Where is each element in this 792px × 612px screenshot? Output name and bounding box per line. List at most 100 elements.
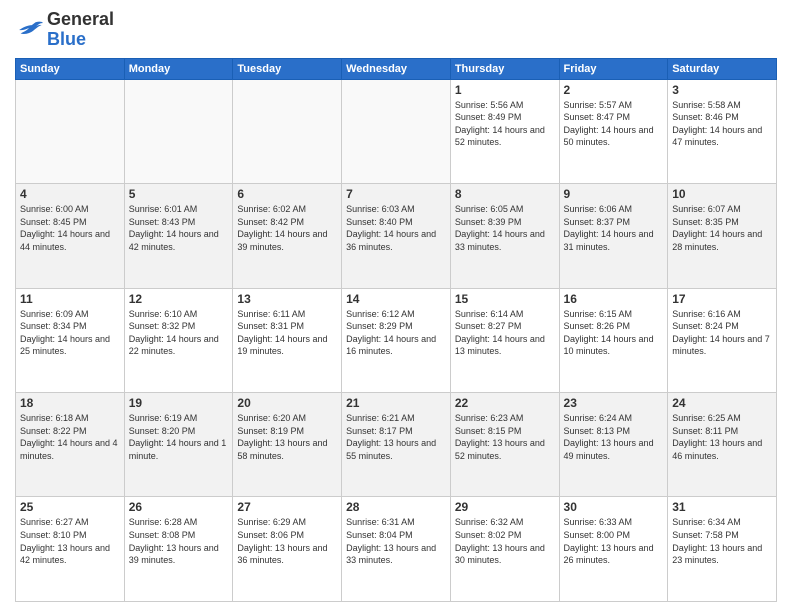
day-info: Sunrise: 5:56 AM Sunset: 8:49 PM Dayligh… — [455, 99, 555, 149]
day-info: Sunrise: 6:21 AM Sunset: 8:17 PM Dayligh… — [346, 412, 446, 462]
day-number: 13 — [237, 292, 337, 306]
day-info: Sunrise: 6:12 AM Sunset: 8:29 PM Dayligh… — [346, 308, 446, 358]
day-cell: 19 Sunrise: 6:19 AM Sunset: 8:20 PM Dayli… — [124, 393, 233, 497]
day-info: Sunrise: 6:31 AM Sunset: 8:04 PM Dayligh… — [346, 516, 446, 566]
day-info: Sunrise: 6:01 AM Sunset: 8:43 PM Dayligh… — [129, 203, 229, 253]
day-info: Sunrise: 6:09 AM Sunset: 8:34 PM Dayligh… — [20, 308, 120, 358]
day-cell: 23 Sunrise: 6:24 AM Sunset: 8:13 PM Dayli… — [559, 393, 668, 497]
day-cell: 14 Sunrise: 6:12 AM Sunset: 8:29 PM Dayli… — [342, 288, 451, 392]
day-number: 10 — [672, 187, 772, 201]
day-info: Sunrise: 6:33 AM Sunset: 8:00 PM Dayligh… — [564, 516, 664, 566]
day-info: Sunrise: 6:03 AM Sunset: 8:40 PM Dayligh… — [346, 203, 446, 253]
day-cell — [342, 79, 451, 183]
header-cell-sunday: Sunday — [16, 58, 125, 79]
day-number: 17 — [672, 292, 772, 306]
day-cell — [16, 79, 125, 183]
day-number: 27 — [237, 500, 337, 514]
day-cell: 21 Sunrise: 6:21 AM Sunset: 8:17 PM Dayli… — [342, 393, 451, 497]
day-number: 15 — [455, 292, 555, 306]
day-cell: 28 Sunrise: 6:31 AM Sunset: 8:04 PM Dayli… — [342, 497, 451, 602]
day-cell: 10 Sunrise: 6:07 AM Sunset: 8:35 PM Dayli… — [668, 184, 777, 288]
day-cell: 31 Sunrise: 6:34 AM Sunset: 7:58 PM Dayli… — [668, 497, 777, 602]
week-row-4: 25 Sunrise: 6:27 AM Sunset: 8:10 PM Dayli… — [16, 497, 777, 602]
day-number: 14 — [346, 292, 446, 306]
day-cell: 6 Sunrise: 6:02 AM Sunset: 8:42 PM Daylig… — [233, 184, 342, 288]
day-info: Sunrise: 6:24 AM Sunset: 8:13 PM Dayligh… — [564, 412, 664, 462]
day-number: 1 — [455, 83, 555, 97]
day-number: 24 — [672, 396, 772, 410]
day-info: Sunrise: 6:25 AM Sunset: 8:11 PM Dayligh… — [672, 412, 772, 462]
day-cell: 18 Sunrise: 6:18 AM Sunset: 8:22 PM Dayli… — [16, 393, 125, 497]
day-number: 6 — [237, 187, 337, 201]
day-info: Sunrise: 6:19 AM Sunset: 8:20 PM Dayligh… — [129, 412, 229, 462]
day-info: Sunrise: 6:11 AM Sunset: 8:31 PM Dayligh… — [237, 308, 337, 358]
header-cell-saturday: Saturday — [668, 58, 777, 79]
day-number: 23 — [564, 396, 664, 410]
day-info: Sunrise: 6:34 AM Sunset: 7:58 PM Dayligh… — [672, 516, 772, 566]
header-cell-monday: Monday — [124, 58, 233, 79]
day-number: 9 — [564, 187, 664, 201]
day-info: Sunrise: 6:27 AM Sunset: 8:10 PM Dayligh… — [20, 516, 120, 566]
logo-text: General Blue — [47, 10, 114, 50]
header-cell-wednesday: Wednesday — [342, 58, 451, 79]
week-row-0: 1 Sunrise: 5:56 AM Sunset: 8:49 PM Daylig… — [16, 79, 777, 183]
day-info: Sunrise: 6:15 AM Sunset: 8:26 PM Dayligh… — [564, 308, 664, 358]
day-cell: 9 Sunrise: 6:06 AM Sunset: 8:37 PM Daylig… — [559, 184, 668, 288]
day-cell: 30 Sunrise: 6:33 AM Sunset: 8:00 PM Dayli… — [559, 497, 668, 602]
day-cell: 11 Sunrise: 6:09 AM Sunset: 8:34 PM Dayli… — [16, 288, 125, 392]
day-cell: 16 Sunrise: 6:15 AM Sunset: 8:26 PM Dayli… — [559, 288, 668, 392]
day-info: Sunrise: 6:07 AM Sunset: 8:35 PM Dayligh… — [672, 203, 772, 253]
day-cell — [124, 79, 233, 183]
page-header: General Blue — [15, 10, 777, 50]
day-info: Sunrise: 6:32 AM Sunset: 8:02 PM Dayligh… — [455, 516, 555, 566]
logo: General Blue — [15, 10, 114, 50]
day-number: 21 — [346, 396, 446, 410]
day-cell: 8Sunrise: 6:05 AM Sunset: 8:39 PM Daylig… — [450, 184, 559, 288]
week-row-1: 4 Sunrise: 6:00 AM Sunset: 8:45 PM Daylig… — [16, 184, 777, 288]
day-number: 30 — [564, 500, 664, 514]
day-cell: 4 Sunrise: 6:00 AM Sunset: 8:45 PM Daylig… — [16, 184, 125, 288]
day-number: 22 — [455, 396, 555, 410]
header-cell-thursday: Thursday — [450, 58, 559, 79]
day-number: 4 — [20, 187, 120, 201]
day-info: Sunrise: 5:58 AM Sunset: 8:46 PM Dayligh… — [672, 99, 772, 149]
day-number: 7 — [346, 187, 446, 201]
day-cell: 17 Sunrise: 6:16 AM Sunset: 8:24 PM Dayli… — [668, 288, 777, 392]
day-cell: 7 Sunrise: 6:03 AM Sunset: 8:40 PM Daylig… — [342, 184, 451, 288]
day-info: Sunrise: 6:23 AM Sunset: 8:15 PM Dayligh… — [455, 412, 555, 462]
day-cell: 12 Sunrise: 6:10 AM Sunset: 8:32 PM Dayli… — [124, 288, 233, 392]
day-number: 2 — [564, 83, 664, 97]
day-info: Sunrise: 6:02 AM Sunset: 8:42 PM Dayligh… — [237, 203, 337, 253]
day-number: 16 — [564, 292, 664, 306]
day-number: 26 — [129, 500, 229, 514]
day-cell: 24 Sunrise: 6:25 AM Sunset: 8:11 PM Dayli… — [668, 393, 777, 497]
day-info: Sunrise: 6:00 AM Sunset: 8:45 PM Dayligh… — [20, 203, 120, 253]
day-number: 3 — [672, 83, 772, 97]
day-number: 18 — [20, 396, 120, 410]
day-info: Sunrise: 6:14 AM Sunset: 8:27 PM Dayligh… — [455, 308, 555, 358]
day-info: Sunrise: 5:57 AM Sunset: 8:47 PM Dayligh… — [564, 99, 664, 149]
day-number: 25 — [20, 500, 120, 514]
day-number: 5 — [129, 187, 229, 201]
day-info: Sunrise: 6:18 AM Sunset: 8:22 PM Dayligh… — [20, 412, 120, 462]
day-number: 28 — [346, 500, 446, 514]
day-number: 8 — [455, 187, 555, 201]
day-cell: 1 Sunrise: 5:56 AM Sunset: 8:49 PM Daylig… — [450, 79, 559, 183]
day-info: Sunrise: 6:28 AM Sunset: 8:08 PM Dayligh… — [129, 516, 229, 566]
day-number: 12 — [129, 292, 229, 306]
day-number: 20 — [237, 396, 337, 410]
day-info: Sunrise: 6:06 AM Sunset: 8:37 PM Dayligh… — [564, 203, 664, 253]
day-cell: 26 Sunrise: 6:28 AM Sunset: 8:08 PM Dayli… — [124, 497, 233, 602]
day-info: Sunrise: 6:10 AM Sunset: 8:32 PM Dayligh… — [129, 308, 229, 358]
day-cell: 20Sunrise: 6:20 AM Sunset: 8:19 PM Dayli… — [233, 393, 342, 497]
day-number: 19 — [129, 396, 229, 410]
calendar-table: SundayMondayTuesdayWednesdayThursdayFrid… — [15, 58, 777, 602]
day-cell — [233, 79, 342, 183]
day-info: Sunrise: 6:16 AM Sunset: 8:24 PM Dayligh… — [672, 308, 772, 358]
day-number: 11 — [20, 292, 120, 306]
day-cell: 15 Sunrise: 6:14 AM Sunset: 8:27 PM Dayli… — [450, 288, 559, 392]
day-cell: 22 Sunrise: 6:23 AM Sunset: 8:15 PM Dayli… — [450, 393, 559, 497]
day-cell: 29Sunrise: 6:32 AM Sunset: 8:02 PM Dayli… — [450, 497, 559, 602]
header-cell-tuesday: Tuesday — [233, 58, 342, 79]
day-number: 31 — [672, 500, 772, 514]
